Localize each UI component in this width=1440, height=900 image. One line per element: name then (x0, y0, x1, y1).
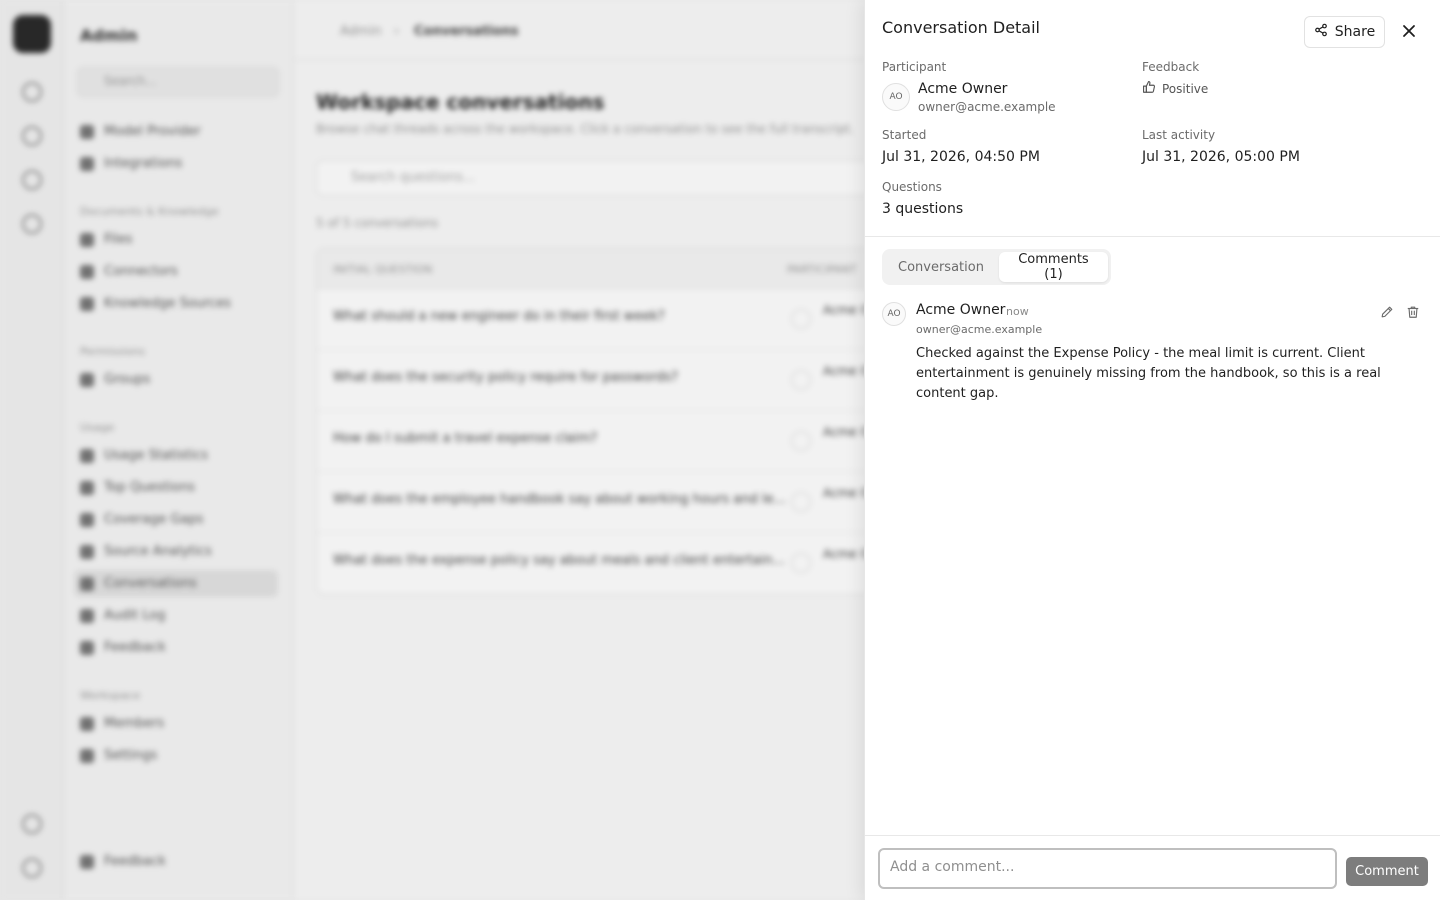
close-icon (1402, 24, 1416, 41)
last-activity-label: Last activity (1142, 128, 1216, 142)
comment-body: Checked against the Expense Policy - the… (916, 346, 1381, 401)
participant-email: owner@acme.example (918, 100, 1056, 114)
participant-label: Participant (882, 60, 947, 74)
comment-author: Acme Owner (916, 302, 1006, 318)
share-button[interactable]: Share (1304, 16, 1385, 48)
tab-comments[interactable]: Comments (1) (998, 252, 1108, 282)
comment-submit-button[interactable]: Comment (1346, 857, 1428, 886)
drawer-title: Conversation Detail (882, 18, 1040, 37)
delete-comment-button[interactable] (1404, 304, 1422, 322)
started-label: Started (882, 128, 927, 142)
questions-value: 3 questions (882, 201, 964, 217)
feedback-value: Positive (1142, 80, 1208, 97)
participant-name: Acme Owner (918, 81, 1008, 97)
comment-avatar: AO (882, 302, 906, 326)
questions-label: Questions (882, 180, 942, 194)
section-divider (865, 236, 1440, 237)
edit-comment-button[interactable] (1378, 304, 1396, 322)
comment-author-email: owner@acme.example (916, 323, 1043, 336)
comment-composer: Comment (865, 835, 1440, 900)
conversation-detail-drawer: Conversation Detail Share Participant AO… (864, 0, 1440, 900)
tab-conversation[interactable]: Conversation (885, 252, 997, 282)
started-value: Jul 31, 2026, 04:50 PM (882, 149, 1040, 165)
share-label: Share (1334, 24, 1376, 40)
feedback-label: Feedback (1142, 60, 1200, 74)
comment-input[interactable] (878, 848, 1337, 889)
detail-tabs: Conversation Comments (1) (882, 249, 1111, 285)
last-activity-value: Jul 31, 2026, 05:00 PM (1142, 149, 1300, 165)
modal-overlay[interactable] (0, 0, 864, 900)
participant-avatar: AO (882, 83, 910, 111)
thumbs-up-icon (1142, 80, 1156, 97)
comment-timestamp: now (1006, 305, 1029, 318)
pencil-icon (1380, 305, 1394, 322)
trash-icon (1406, 305, 1420, 322)
share-icon (1314, 23, 1328, 41)
close-button[interactable] (1397, 20, 1421, 44)
